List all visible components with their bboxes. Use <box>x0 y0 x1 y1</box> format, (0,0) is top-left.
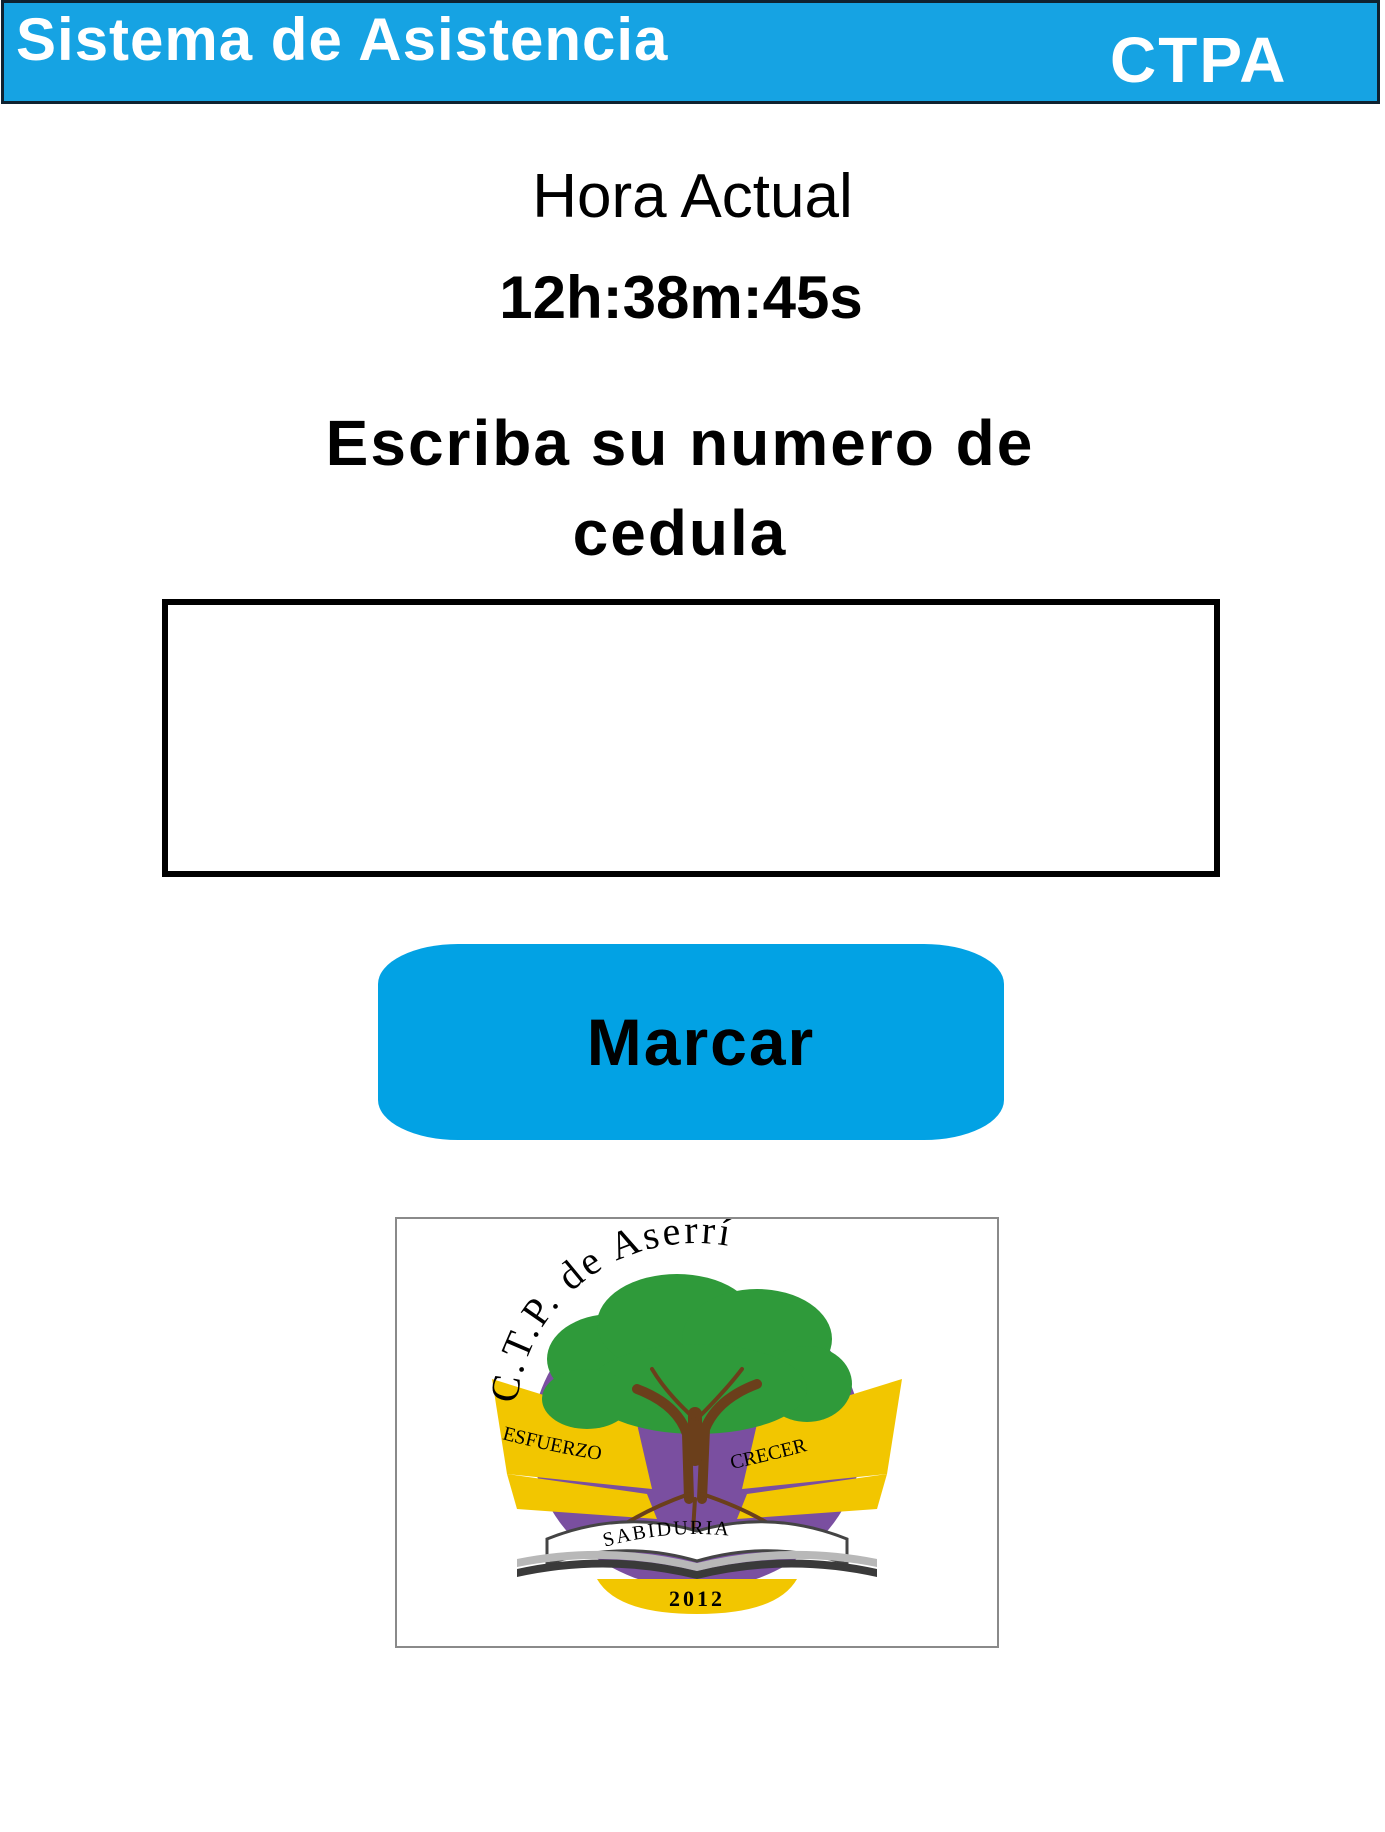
mark-attendance-button[interactable]: Marcar <box>378 944 1004 1140</box>
app-title: Sistema de Asistencia <box>16 6 669 73</box>
logo-year: 2012 <box>669 1586 725 1611</box>
brand-label: CTPA <box>1110 24 1288 96</box>
app-header: Sistema de Asistencia CTPA <box>1 0 1380 104</box>
current-time-label: Hora Actual <box>532 162 853 231</box>
mark-button-label: Marcar <box>586 1005 816 1079</box>
instruction-line-1: Escriba su numero de <box>325 407 1035 479</box>
id-number-input[interactable] <box>162 599 1220 877</box>
current-time-value: 12h:38m:45s <box>499 264 863 331</box>
id-instruction: Escriba su numero de cedula <box>280 398 1080 578</box>
school-logo: 2012 C.T.P. de Aserrí ESFUERZO CRECER SA… <box>481 1219 902 1614</box>
school-logo-frame: 2012 C.T.P. de Aserrí ESFUERZO CRECER SA… <box>395 1217 999 1648</box>
instruction-line-2: cedula <box>572 497 788 569</box>
